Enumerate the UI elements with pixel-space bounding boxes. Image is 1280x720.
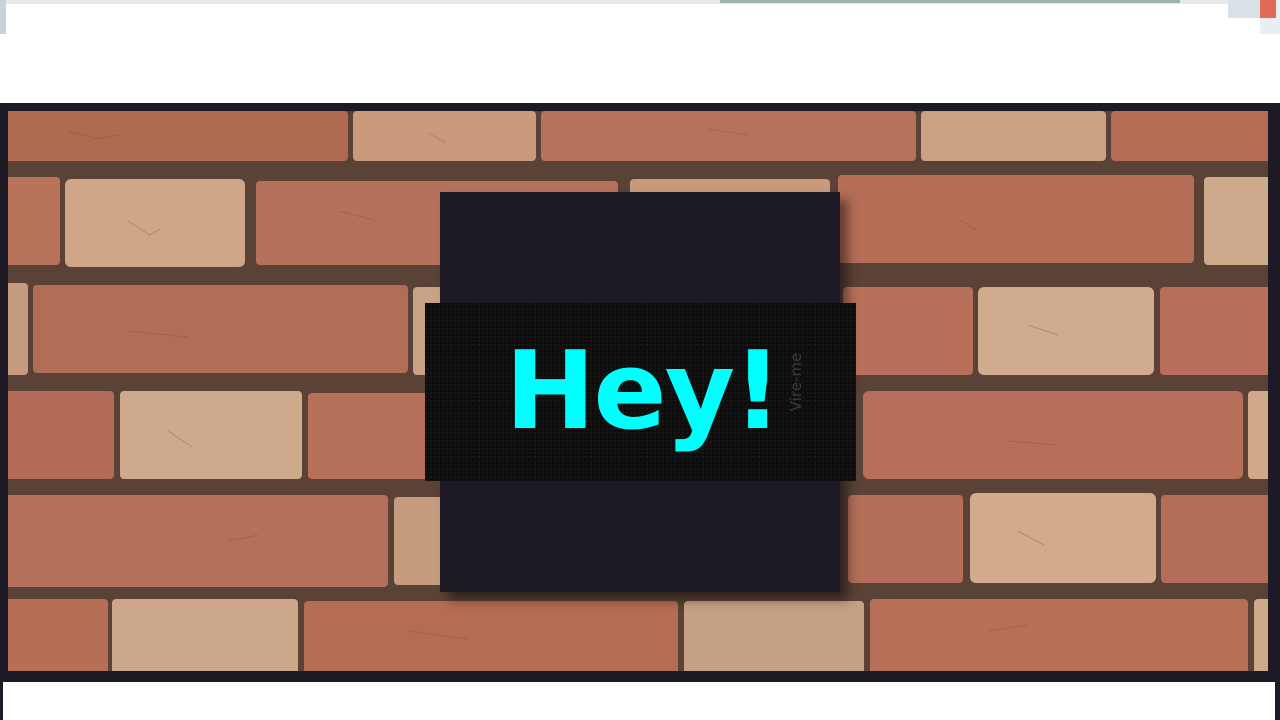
top-edge-accent	[720, 0, 1180, 3]
footer-inner	[3, 682, 1275, 720]
top-edge-button	[1228, 0, 1260, 18]
browser-top-strip	[0, 0, 1280, 34]
hero-heading: Hey!	[505, 329, 782, 454]
close-icon[interactable]	[1260, 0, 1276, 18]
vertical-label: Vire-me	[787, 352, 805, 412]
top-edge-left	[0, 0, 6, 34]
footer-strip	[0, 679, 1280, 720]
